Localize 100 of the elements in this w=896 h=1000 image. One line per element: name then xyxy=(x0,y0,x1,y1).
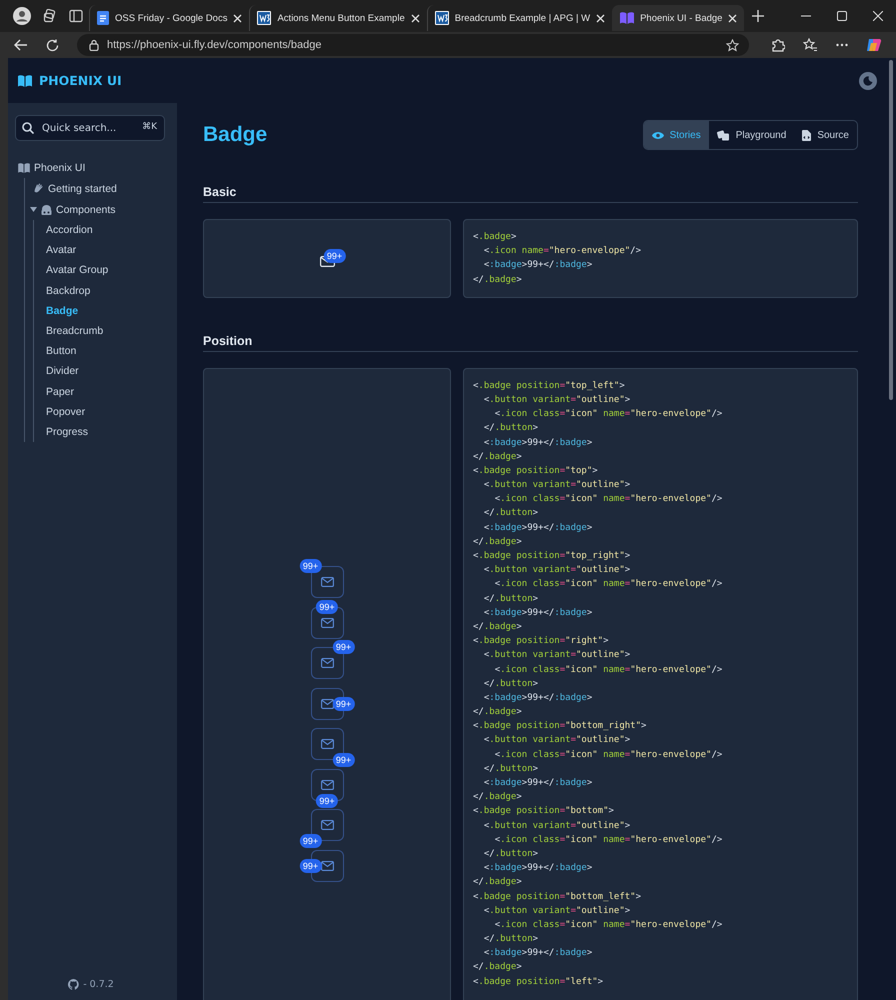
envelope-icon xyxy=(320,860,334,870)
code-line: </.button> xyxy=(482,422,540,436)
code-line: <:badge>99+</:badge> xyxy=(482,692,594,705)
code-line: <.icon class="icon" name="hero-envelope"/> xyxy=(494,493,724,506)
count-badge: 99+ xyxy=(299,858,322,872)
code-line: <.badge position="bottom_left"> xyxy=(473,890,642,904)
tree-item[interactable]: Components xyxy=(33,199,177,220)
code-line: </.badge> xyxy=(473,620,523,634)
code-line: <.button variant="outline"> xyxy=(482,394,632,407)
count-badge: 99+ xyxy=(332,640,355,654)
logo[interactable]: PHOENIX UI xyxy=(18,73,122,88)
envelope-icon xyxy=(320,780,334,790)
new-tab-icon[interactable] xyxy=(752,10,764,22)
book-icon xyxy=(18,74,32,86)
code-line: </.button> xyxy=(482,592,540,606)
tree-item[interactable]: Getting started xyxy=(33,178,177,199)
code-line: <.icon class="icon" name="hero-envelope"/> xyxy=(494,748,724,762)
puzzle-icon[interactable] xyxy=(771,38,785,52)
envelope-icon xyxy=(320,698,334,708)
w3c-logo-icon xyxy=(257,11,272,25)
browser-tab[interactable]: Breadcrumb Example | APG | W xyxy=(426,5,612,31)
tree-item[interactable]: Avatar Group xyxy=(46,260,177,281)
tree-item[interactable]: Paper xyxy=(46,382,177,402)
tree-item[interactable]: Accordion xyxy=(46,220,177,240)
close-icon[interactable] xyxy=(728,14,738,22)
caret-icon[interactable] xyxy=(30,207,37,212)
code-line: <.badge position="top"> xyxy=(473,464,599,478)
envelope-icon xyxy=(320,739,334,749)
close-icon[interactable] xyxy=(873,11,883,21)
workspaces-icon[interactable] xyxy=(43,9,57,23)
tree-item[interactable]: Progress xyxy=(46,422,177,442)
code-line: <.button variant="outline"> xyxy=(482,904,632,918)
code-line: <.button variant="outline"> xyxy=(482,564,632,578)
close-icon[interactable] xyxy=(233,14,242,22)
code-line: <.badge> xyxy=(473,231,518,244)
envelope-icon xyxy=(320,820,334,830)
close-icon[interactable] xyxy=(596,14,606,22)
back-arrow-icon[interactable] xyxy=(14,39,28,51)
profile-icon[interactable] xyxy=(13,7,31,25)
code-line: <:badge>99+</:badge> xyxy=(482,259,594,272)
code-line: <.icon class="icon" name="hero-envelope"/> xyxy=(494,834,724,847)
code-line: <:badge>99+</:badge> xyxy=(482,522,594,535)
envelope-icon xyxy=(320,577,334,587)
file-icon xyxy=(802,130,812,140)
count-badge: 99+ xyxy=(299,834,322,848)
more-icon[interactable] xyxy=(836,43,848,47)
tree-item[interactable]: Badge xyxy=(46,300,177,321)
github-icon[interactable] xyxy=(68,979,80,990)
scrollbar[interactable] xyxy=(889,60,893,400)
count-badge: 99+ xyxy=(316,600,338,614)
code-line: <:badge>99+</:badge> xyxy=(482,947,594,960)
code-line: </.button> xyxy=(482,678,540,691)
hand-icon xyxy=(33,183,44,194)
code-line: <.button variant="outline"> xyxy=(482,820,632,833)
tree-item[interactable]: Breadcrumb xyxy=(46,320,177,342)
theme-toggle[interactable] xyxy=(859,72,877,90)
code-line: <:badge>99+</:badge> xyxy=(482,777,594,790)
code-line: <.icon class="icon" name="hero-envelope"/> xyxy=(494,578,724,592)
robot-icon xyxy=(41,204,52,214)
tree-item[interactable]: Button xyxy=(46,341,177,362)
browser-tab[interactable]: OSS Friday - Google Docs xyxy=(89,5,250,31)
code-line: <.button variant="outline"> xyxy=(482,734,632,748)
star-icon[interactable] xyxy=(726,38,739,52)
code-line: <.icon class="icon" name="hero-envelope"/> xyxy=(494,664,724,676)
code-line: <.button variant="outline"> xyxy=(482,649,632,662)
tab-actions-icon[interactable] xyxy=(69,9,83,23)
book-icon xyxy=(18,162,30,172)
version-label: - 0.7.2 xyxy=(83,979,114,990)
address-bar[interactable]: https://phoenix-ui.fly.dev/components/badge xyxy=(77,34,749,56)
code-line: </.button> xyxy=(482,933,540,946)
lock-icon xyxy=(89,39,99,51)
section-heading: Basic xyxy=(203,185,858,203)
view-tab[interactable]: Source xyxy=(794,121,857,149)
code-line: <:badge>99+</:badge> xyxy=(482,862,594,876)
dice-icon xyxy=(716,130,730,140)
code-line: <.icon class="icon" name="hero-envelope"/> xyxy=(494,918,724,932)
browser-tab[interactable]: Phoenix UI - Badge xyxy=(612,5,744,31)
browser-tab[interactable]: Actions Menu Button Example xyxy=(249,5,427,31)
copilot-icon[interactable] xyxy=(866,37,882,53)
code-line: </.badge> xyxy=(473,450,523,464)
maximize-icon[interactable] xyxy=(837,11,847,21)
refresh-icon[interactable] xyxy=(46,38,59,52)
tree-item[interactable]: Popover xyxy=(46,402,177,422)
code-line: </.badge> xyxy=(473,791,523,804)
view-tab[interactable]: Stories xyxy=(644,121,709,149)
favorites-icon[interactable] xyxy=(803,38,818,52)
close-icon[interactable] xyxy=(410,14,420,22)
tree-item[interactable]: Phoenix UI xyxy=(15,157,177,178)
moon-icon xyxy=(863,76,873,86)
tree-item[interactable]: Avatar xyxy=(46,240,177,260)
tree-item[interactable]: Backdrop xyxy=(46,280,177,301)
count-badge: 99+ xyxy=(316,794,338,808)
code-line: <.badge position="bottom_right"> xyxy=(473,720,648,734)
code-line: <.badge position="top_right"> xyxy=(473,550,632,563)
count-badge: 99+ xyxy=(332,696,355,710)
view-tab[interactable]: Playground xyxy=(708,121,794,149)
code-line: <:badge>99+</:badge> xyxy=(482,436,594,450)
tree-item[interactable]: Divider xyxy=(46,361,177,382)
page-title: Badge xyxy=(203,123,268,147)
envelope-icon xyxy=(320,618,334,628)
